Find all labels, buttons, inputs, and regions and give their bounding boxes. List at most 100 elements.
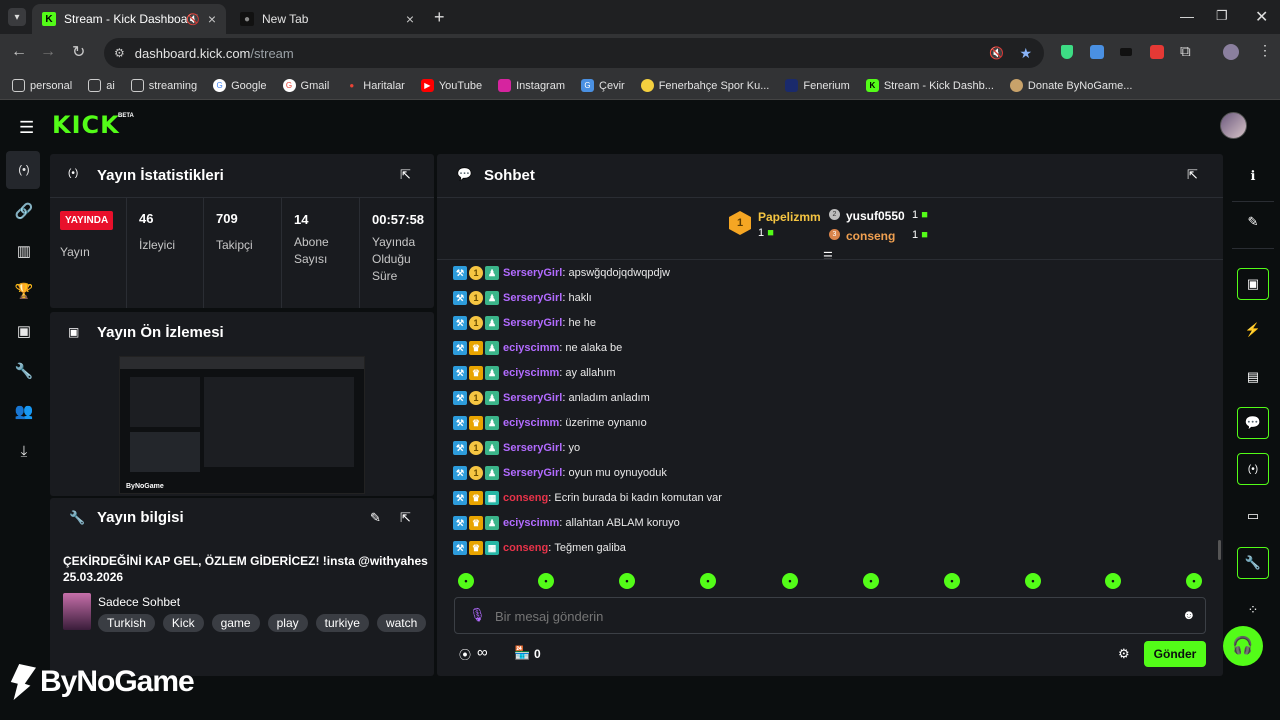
chat-username[interactable]: eciyscimm bbox=[503, 342, 559, 354]
emote-icon[interactable]: • bbox=[458, 573, 474, 589]
close-tab-icon[interactable]: × bbox=[406, 11, 414, 27]
nav-link-icon[interactable]: 🔗 bbox=[14, 201, 34, 221]
emote-icon[interactable]: • bbox=[863, 573, 879, 589]
widget-stats-icon[interactable]: ▣ bbox=[1237, 268, 1269, 300]
channel-points-icon[interactable]: ⦿ bbox=[459, 646, 471, 663]
popout-icon[interactable]: ⇱ bbox=[400, 167, 411, 183]
chat-username[interactable]: conseng bbox=[503, 492, 548, 504]
reload-icon[interactable]: ↻ bbox=[72, 42, 85, 62]
bookmark-donate[interactable]: Donate ByNoGame... bbox=[1009, 79, 1132, 92]
media-muted-icon[interactable]: 🔇 bbox=[989, 46, 1004, 60]
nav-analytics-icon[interactable]: ▥ bbox=[14, 241, 34, 261]
extension-translate-icon[interactable] bbox=[1090, 45, 1104, 59]
widget-community-icon[interactable]: ⁘ bbox=[1240, 597, 1266, 623]
tab-new-tab[interactable]: ● New Tab × bbox=[230, 4, 424, 34]
chat-username[interactable]: eciyscimm bbox=[503, 417, 559, 429]
forward-icon[interactable]: → bbox=[40, 43, 56, 61]
nav-trophy-icon[interactable]: 🏆 bbox=[14, 281, 34, 301]
chat-message[interactable]: ⚒ 1 ♟ SerseryGirl: anladım anladım bbox=[453, 391, 650, 405]
bookmark-fenerium[interactable]: Fenerium bbox=[785, 79, 850, 92]
browser-menu-icon[interactable]: ⋮ bbox=[1258, 42, 1272, 59]
chat-username[interactable]: SerseryGirl bbox=[503, 392, 562, 404]
bookmark-ai[interactable]: ai bbox=[88, 79, 115, 92]
nav-upload-icon[interactable]: ⤓ bbox=[14, 441, 34, 461]
widget-broadcast-icon[interactable]: (•) bbox=[1237, 453, 1269, 485]
extension-shield-icon[interactable] bbox=[1061, 45, 1073, 59]
hamburger-menu-icon[interactable]: ☰ bbox=[19, 118, 34, 138]
edit-layout-icon[interactable]: ✎ bbox=[1240, 209, 1266, 235]
chat-message[interactable]: ⚒ 1 ♟ SerseryGirl: oyun mu oynuyoduk bbox=[453, 466, 667, 480]
bookmark-streaming[interactable]: streaming bbox=[130, 79, 197, 92]
chat-username[interactable]: SerseryGirl bbox=[503, 292, 562, 304]
profile-avatar[interactable] bbox=[1223, 44, 1239, 60]
tab-mute-icon[interactable]: 🔇 bbox=[186, 13, 200, 26]
extension-red-icon[interactable] bbox=[1150, 45, 1164, 59]
chat-username[interactable]: conseng bbox=[503, 542, 548, 554]
emote-icon[interactable]: • bbox=[700, 573, 716, 589]
bookmark-google[interactable]: G Google bbox=[213, 79, 267, 92]
back-icon[interactable]: ← bbox=[11, 43, 27, 61]
bookmark-youtube[interactable]: ▶ YouTube bbox=[420, 79, 482, 92]
chat-username[interactable]: SerseryGirl bbox=[503, 317, 562, 329]
notes-icon[interactable]: ▤ bbox=[1240, 364, 1266, 390]
quick-actions-icon[interactable]: ⚡ bbox=[1240, 317, 1266, 343]
nav-video-icon[interactable]: ▣ bbox=[14, 321, 34, 341]
address-bar[interactable]: ⚙ dashboard.kick.com/stream 🔇 ★ bbox=[104, 38, 1044, 68]
emote-icon[interactable]: • bbox=[538, 573, 554, 589]
extension-dark-icon[interactable] bbox=[1120, 48, 1132, 56]
user-avatar[interactable] bbox=[1220, 112, 1247, 139]
bookmark-fenerbahce[interactable]: Fenerbahçe Spor Ku... bbox=[640, 79, 769, 92]
new-tab-button[interactable]: + bbox=[434, 7, 445, 28]
popout-icon[interactable]: ⇱ bbox=[1187, 167, 1198, 183]
tab-list-button[interactable]: ▾ bbox=[8, 8, 26, 26]
chat-message[interactable]: ⚒ 1 ♟ SerseryGirl: apswğqdojqdwqpdjw bbox=[453, 266, 670, 280]
bookmark-cevir[interactable]: G Çevir bbox=[581, 79, 625, 92]
bookmark-haritalar[interactable]: ● Haritalar bbox=[345, 79, 405, 92]
chat-message[interactable]: ⚒ 1 ♟ SerseryGirl: yo bbox=[453, 441, 580, 455]
widget-chat-icon[interactable]: 💬 bbox=[1237, 407, 1269, 439]
popout-icon[interactable]: ⇱ bbox=[400, 510, 411, 526]
nav-community-icon[interactable]: 👥 bbox=[14, 401, 34, 421]
maximize-icon[interactable]: ❐ bbox=[1216, 8, 1228, 24]
bookmark-star-icon[interactable]: ★ bbox=[1019, 45, 1032, 62]
chat-message[interactable]: ⚒ ♛ ♟ eciyscimm: allahtan ABLAM koruyo bbox=[453, 516, 680, 530]
collapse-leaderboard-icon[interactable]: ☰ bbox=[823, 250, 833, 263]
support-button[interactable]: 🎧 bbox=[1223, 626, 1263, 666]
extensions-puzzle-icon[interactable]: ⧉ bbox=[1180, 43, 1191, 60]
emote-icon[interactable]: • bbox=[1186, 573, 1202, 589]
kick-logo[interactable]: KICK BETA bbox=[52, 111, 134, 139]
widget-tools-icon[interactable]: 🔧 bbox=[1237, 547, 1269, 579]
nav-stream-icon[interactable]: (•) bbox=[14, 160, 34, 180]
bookmark-personal[interactable]: personal bbox=[12, 79, 72, 92]
emote-icon[interactable]: • bbox=[1025, 573, 1041, 589]
chat-message[interactable]: ⚒ ♛ ▦ conseng: Teğmen galiba bbox=[453, 541, 626, 555]
send-button[interactable]: Gönder bbox=[1144, 641, 1206, 667]
nav-tools-icon[interactable]: 🔧 bbox=[14, 361, 34, 381]
site-info-icon[interactable]: ⚙ bbox=[114, 46, 125, 60]
chat-message[interactable]: ⚒ 1 ♟ SerseryGirl: he he bbox=[453, 316, 596, 330]
stream-preview-video[interactable]: ByNoGame bbox=[119, 356, 365, 494]
chat-scrollbar[interactable] bbox=[1218, 540, 1221, 560]
emote-icon[interactable]: • bbox=[619, 573, 635, 589]
store-icon[interactable]: 🏪 bbox=[514, 645, 530, 661]
microphone-icon[interactable]: 🎙 bbox=[469, 607, 486, 623]
chat-settings-icon[interactable]: ⚙ bbox=[1118, 646, 1130, 662]
chat-message[interactable]: ⚒ ♛ ♟ eciyscimm: ay allahım bbox=[453, 366, 616, 380]
chat-username[interactable]: SerseryGirl bbox=[503, 442, 562, 454]
emote-icon[interactable]: • bbox=[944, 573, 960, 589]
chat-message[interactable]: ⚒ ♛ ♟ eciyscimm: ne alaka be bbox=[453, 341, 622, 355]
widget-screen-icon[interactable]: ▭ bbox=[1240, 503, 1266, 529]
bookmark-gmail[interactable]: G Gmail bbox=[282, 79, 329, 92]
emote-icon[interactable]: • bbox=[782, 573, 798, 589]
chat-message[interactable]: ⚒ 1 ♟ SerseryGirl: haklı bbox=[453, 291, 592, 305]
close-window-icon[interactable]: ✕ bbox=[1255, 7, 1268, 27]
bookmark-instagram[interactable]: Instagram bbox=[498, 79, 565, 92]
tab-kick-dashboard[interactable]: K Stream - Kick Dashboard 🔇 × bbox=[32, 4, 226, 34]
edit-icon[interactable]: ✎ bbox=[370, 510, 381, 526]
chat-message-input[interactable] bbox=[495, 606, 1165, 626]
chat-username[interactable]: eciyscimm bbox=[503, 367, 559, 379]
emoji-picker-icon[interactable]: ☻ bbox=[1182, 607, 1196, 622]
chat-message[interactable]: ⚒ ♛ ▦ conseng: Ecrin burada bi kadın komut… bbox=[453, 491, 722, 505]
emote-icon[interactable]: • bbox=[1105, 573, 1121, 589]
close-tab-icon[interactable]: × bbox=[208, 11, 216, 27]
